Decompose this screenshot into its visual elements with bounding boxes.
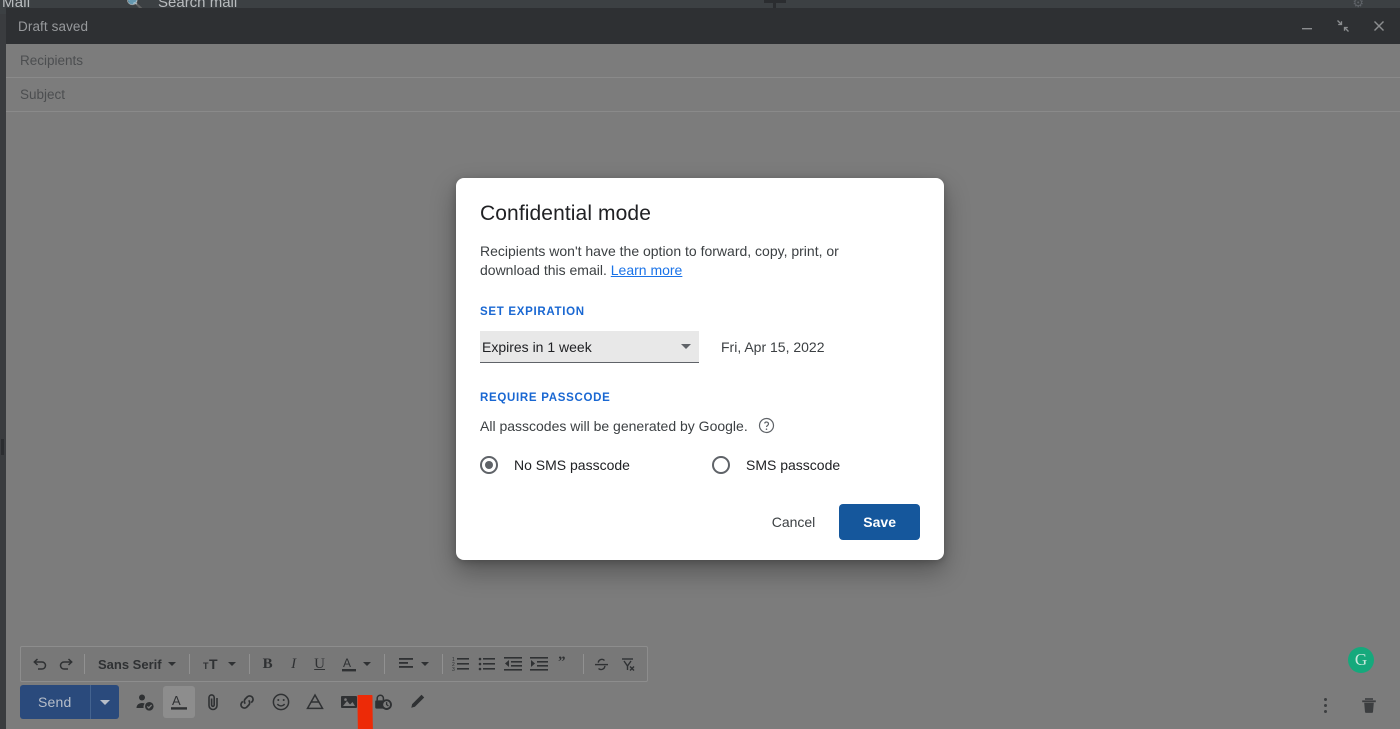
toolbar-divider xyxy=(248,654,250,674)
chevron-down-icon xyxy=(227,662,236,666)
passcode-note: All passcodes will be generated by Googl… xyxy=(480,417,748,434)
chevron-down-icon xyxy=(362,662,371,666)
no-sms-passcode-option[interactable]: No SMS passcode xyxy=(480,456,712,474)
insert-emoji-button[interactable] xyxy=(265,686,297,718)
no-sms-passcode-label: No SMS passcode xyxy=(514,457,630,473)
dialog-description: Recipients won't have the option to forw… xyxy=(480,242,902,280)
underline-icon: U xyxy=(314,655,326,672)
svg-text:T: T xyxy=(209,656,218,672)
toolbar-divider xyxy=(441,654,443,674)
attach-files-button[interactable] xyxy=(197,686,229,718)
trash-icon[interactable] xyxy=(1354,689,1384,721)
svg-text:3: 3 xyxy=(452,667,455,672)
strikethrough-button[interactable] xyxy=(589,649,615,679)
compose-bottom-right xyxy=(1310,689,1384,721)
grammarly-badge[interactable]: G xyxy=(1348,647,1374,673)
text-color-button[interactable]: A xyxy=(333,649,379,679)
indent-less-button[interactable] xyxy=(500,649,526,679)
redo-icon[interactable] xyxy=(53,649,79,679)
help-circle-icon[interactable] xyxy=(758,417,775,434)
remove-formatting-button[interactable] xyxy=(615,649,641,679)
subject-label: Subject xyxy=(20,87,66,102)
bold-icon: B xyxy=(262,655,273,672)
confirm-recipients-button[interactable] xyxy=(129,686,161,718)
recipients-field[interactable]: Recipients xyxy=(6,44,1400,78)
formatting-options-button[interactable]: A xyxy=(162,686,195,718)
collapse-arrows-icon[interactable] xyxy=(1332,15,1354,37)
format-toolbar: Sans Serif T T B I U A 1 2 3 ” xyxy=(20,646,648,682)
svg-text:”: ” xyxy=(558,656,566,670)
no-sms-passcode-radio[interactable] xyxy=(480,456,498,474)
chevron-down-icon xyxy=(681,344,691,349)
insert-signature-button[interactable] xyxy=(401,686,433,718)
more-vertical-icon[interactable] xyxy=(1310,689,1340,721)
send-button-label: Send xyxy=(38,694,72,710)
passcode-note-row: All passcodes will be generated by Googl… xyxy=(480,417,920,434)
learn-more-link[interactable]: Learn more xyxy=(611,262,683,278)
bold-button[interactable]: B xyxy=(255,649,281,679)
italic-icon: I xyxy=(291,655,297,672)
window-controls xyxy=(1296,8,1390,44)
svg-text:A: A xyxy=(343,656,351,670)
rail-marker xyxy=(1,439,4,455)
dialog-actions: Cancel Save xyxy=(480,504,920,540)
subject-field[interactable]: Subject xyxy=(6,78,1400,112)
confidential-mode-button[interactable] xyxy=(367,686,399,718)
expiration-date: Fri, Apr 15, 2022 xyxy=(721,339,825,355)
require-passcode-label: REQUIRE PASSCODE xyxy=(480,392,611,404)
send-row: Send A xyxy=(20,683,433,721)
toolbar-divider xyxy=(383,654,385,674)
align-button[interactable] xyxy=(390,649,437,679)
numbered-list-button[interactable]: 123 xyxy=(448,649,474,679)
font-size-selector[interactable]: T T xyxy=(195,649,244,679)
expiration-selected-value: Expires in 1 week xyxy=(482,338,592,355)
expiration-select[interactable]: Expires in 1 week xyxy=(480,331,699,363)
confidential-mode-dialog: Confidential mode Recipients won't have … xyxy=(456,178,944,560)
insert-photo-button[interactable] xyxy=(333,686,365,718)
chevron-down-icon xyxy=(420,662,429,666)
toolbar-divider xyxy=(188,654,190,674)
svg-text:A: A xyxy=(172,693,181,708)
font-family-label: Sans Serif xyxy=(98,656,162,672)
dialog-title: Confidential mode xyxy=(480,202,651,225)
toolbar-divider xyxy=(582,654,584,674)
set-expiration-label: SET EXPIRATION xyxy=(480,306,585,318)
font-family-selector[interactable]: Sans Serif xyxy=(90,649,184,679)
send-button[interactable]: Send xyxy=(20,685,119,719)
undo-icon[interactable] xyxy=(27,649,53,679)
toolbar-divider xyxy=(84,654,85,674)
compose-action-icons: A xyxy=(129,686,433,718)
quote-button[interactable]: ” xyxy=(552,649,578,679)
sms-passcode-option[interactable]: SMS passcode xyxy=(712,456,840,474)
screen: Mail 🔍 Search mail ⚙ Draft saved Recipie… xyxy=(0,0,1400,729)
indent-more-button[interactable] xyxy=(526,649,552,679)
bulleted-list-button[interactable] xyxy=(474,649,500,679)
compose-header: Draft saved xyxy=(6,8,1400,44)
google-drive-button[interactable] xyxy=(299,686,331,718)
passcode-options: No SMS passcode SMS passcode xyxy=(480,456,920,474)
italic-button[interactable]: I xyxy=(281,649,307,679)
minimize-icon[interactable] xyxy=(1296,15,1318,37)
insert-link-button[interactable] xyxy=(231,686,263,718)
grammarly-letter: G xyxy=(1354,650,1368,669)
cancel-button[interactable]: Cancel xyxy=(756,505,832,539)
save-button[interactable]: Save xyxy=(839,504,920,540)
recipients-label: Recipients xyxy=(20,53,84,68)
chevron-down-icon xyxy=(167,662,176,666)
underline-button[interactable]: U xyxy=(307,649,333,679)
compose-title: Draft saved xyxy=(18,18,89,34)
sms-passcode-radio[interactable] xyxy=(712,456,730,474)
sms-passcode-label: SMS passcode xyxy=(746,457,841,473)
send-options-chevron-down-icon[interactable] xyxy=(91,685,119,719)
close-icon[interactable] xyxy=(1368,15,1390,37)
expiration-row: Expires in 1 week Fri, Apr 15, 2022 xyxy=(480,331,920,363)
